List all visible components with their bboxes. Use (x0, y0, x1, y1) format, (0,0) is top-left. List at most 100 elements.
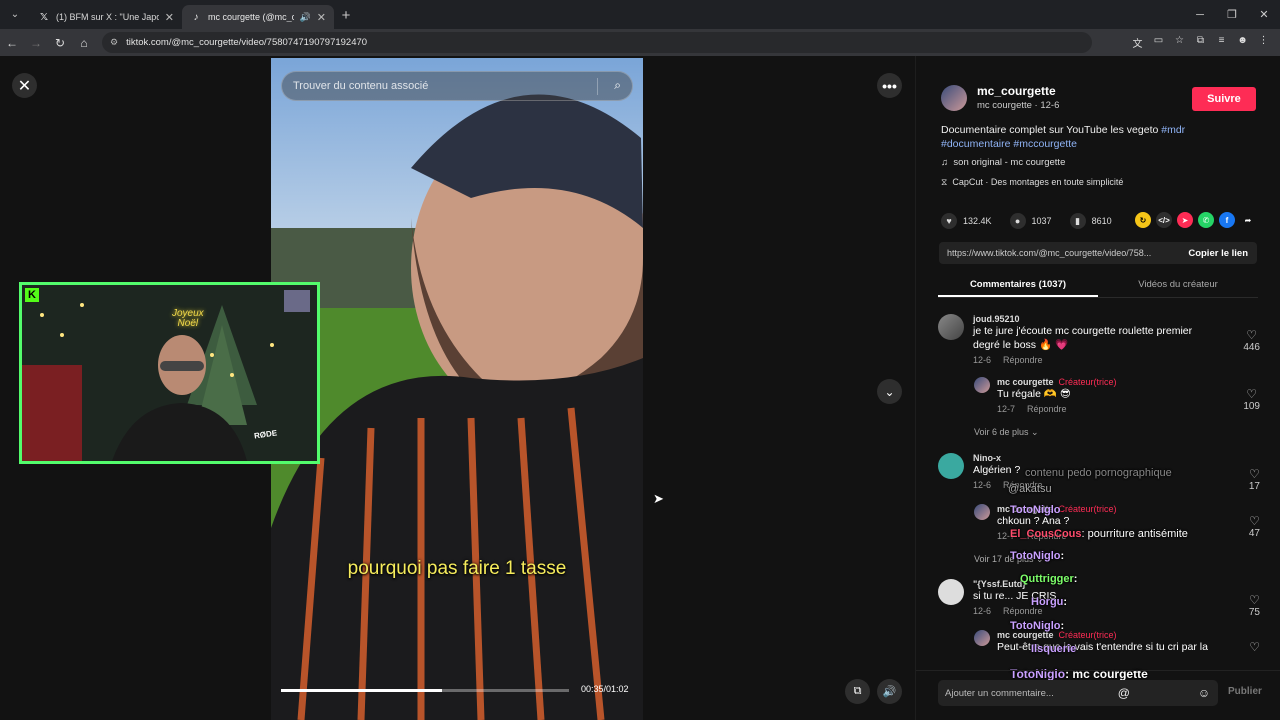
heart-outline-icon[interactable]: ♡ (1243, 328, 1260, 342)
tab-tiktok[interactable]: ♪ mc courgette (@mc_courgette 🔊 ✕ (182, 5, 334, 29)
comment-user[interactable]: Nino-x (973, 453, 1233, 463)
avatar[interactable] (938, 579, 964, 605)
extensions-icon[interactable]: ⧉ (1190, 35, 1211, 50)
capcut-icon: ⧖ (941, 177, 948, 187)
more-options-icon[interactable]: ••• (877, 73, 902, 98)
whatsapp-icon[interactable]: ✆ (1198, 212, 1214, 228)
author-username[interactable]: mc_courgette (977, 84, 1059, 98)
emoji-icon[interactable]: ☺ (1196, 686, 1212, 700)
media-icon[interactable]: ≡ (1211, 35, 1232, 50)
comment-input[interactable]: Ajouter un commentaire... @ ☺ (938, 680, 1218, 706)
avatar[interactable] (974, 504, 990, 520)
heart-outline-icon[interactable]: ♡ (1249, 593, 1260, 607)
comment-likes[interactable]: ♡ 47 (1249, 514, 1260, 539)
close-tab-icon[interactable]: ✕ (317, 11, 326, 24)
volume-icon[interactable]: 🔊 (877, 679, 902, 704)
follow-button[interactable]: Suivre (1192, 87, 1256, 111)
close-window-icon[interactable]: ✕ (1248, 8, 1280, 21)
avatar[interactable] (938, 314, 964, 340)
creator-badge: Créateur(trice) (1058, 630, 1117, 640)
minimize-icon[interactable]: ─ (1184, 9, 1216, 21)
heart-outline-icon[interactable]: ♡ (1243, 387, 1260, 401)
comment-likes[interactable]: ♡ (1249, 640, 1260, 654)
url-field[interactable]: ⚙ tiktok.com/@mc_courgette/video/7580747… (102, 32, 1092, 53)
next-video-icon[interactable]: ⌄ (877, 379, 902, 404)
chat-message: TotoNiglo: (1010, 620, 1064, 632)
heart-icon[interactable]: ♥ (941, 213, 957, 229)
reload-icon[interactable]: ↻ (48, 36, 72, 50)
facebook-icon[interactable]: f (1219, 212, 1235, 228)
chat-message: @akatsu (1008, 483, 1052, 495)
toolbar-icons: 文 ▭ ☆ ⧉ ≡ ☻ ⋮ (1127, 35, 1274, 50)
close-icon[interactable]: ✕ (12, 73, 37, 98)
hashtag-link[interactable]: #mccourgette (1013, 138, 1077, 150)
bookmark-icon[interactable]: ▮ (1069, 213, 1086, 229)
comment-likes[interactable]: ♡ 17 (1249, 467, 1260, 492)
speaker-icon[interactable]: 🔊 (300, 12, 311, 23)
address-toolbar: ← → ↻ ⌂ ⚙ tiktok.com/@mc_courgette/video… (0, 29, 1280, 56)
chat-text: : pourriture antisémite (1081, 528, 1188, 540)
comment-user[interactable]: joud.95210 (973, 314, 1233, 324)
capcut-link[interactable]: ⧖ CapCut · Des montages en toute simplic… (941, 177, 1123, 188)
pip-icon[interactable]: ⧉ (845, 679, 870, 704)
comment-likes[interactable]: ♡ 75 (1249, 593, 1260, 618)
reply-username: mc courgette (997, 377, 1054, 387)
related-search-input[interactable]: Trouver du contenu associé ⌕ (281, 71, 633, 101)
comment-user[interactable]: "{Yssf.Eutd} (973, 579, 1233, 589)
back-icon[interactable]: ← (0, 36, 24, 50)
video-caption: pourquoi pas faire 1 tasse (347, 558, 567, 579)
heart-outline-icon[interactable]: ♡ (1249, 467, 1260, 481)
comment-icon[interactable]: ● (1009, 213, 1026, 229)
cast-icon[interactable]: ▭ (1148, 35, 1169, 50)
copy-link-button[interactable]: Copier le lien (1179, 248, 1257, 259)
send-icon[interactable]: ➤ (1177, 212, 1193, 228)
hashtag-link[interactable]: #documentaire (941, 138, 1010, 150)
page-content: ✕ Trouver du contenu associé ⌕ pourquoi … (0, 56, 1280, 720)
tab-search-icon[interactable]: ⌄ (4, 3, 26, 25)
embed-icon[interactable]: </> (1156, 212, 1172, 228)
comment-likes[interactable]: ♡ 109 (1243, 387, 1260, 412)
avatar[interactable] (974, 377, 990, 393)
heart-outline-icon[interactable]: ♡ (1249, 514, 1260, 528)
profile-icon[interactable]: ☻ (1232, 35, 1253, 50)
search-icon[interactable]: ⌕ (614, 78, 621, 93)
chat-username: TotoNiglo (1010, 550, 1061, 562)
tab-bfm[interactable]: 𝕏 (1) BFM sur X : "Une Japonaise ✕ (30, 5, 182, 29)
url-text: tiktok.com/@mc_courgette/video/758074719… (126, 37, 368, 48)
avatar[interactable] (941, 84, 967, 111)
hashtag-link[interactable]: #mdr (1161, 124, 1185, 136)
restore-icon[interactable]: ❐ (1216, 8, 1248, 21)
author-block[interactable]: mc_courgette mc courgette · 12-6 (941, 84, 1059, 111)
bookmark-star-icon[interactable]: ☆ (1169, 35, 1190, 50)
home-icon[interactable]: ⌂ (72, 36, 96, 50)
mention-icon[interactable]: @ (1116, 686, 1132, 700)
music-link[interactable]: ♫ son original - mc courgette (941, 157, 1065, 168)
video-player[interactable]: Trouver du contenu associé ⌕ pourquoi pa… (271, 58, 643, 720)
menu-icon[interactable]: ⋮ (1253, 35, 1274, 50)
site-info-icon[interactable]: ⚙ (110, 37, 118, 48)
view-more-replies[interactable]: Voir 6 de plus ⌄ (974, 427, 1268, 438)
heart-outline-icon[interactable]: ♡ (1249, 640, 1260, 654)
repost-icon[interactable]: ↻ (1135, 212, 1151, 228)
video-progress-bar[interactable] (281, 689, 569, 692)
tab-comments[interactable]: Commentaires (1037) (938, 274, 1098, 297)
tab-title: mc courgette (@mc_courgette (208, 12, 294, 22)
comment-like-count: 47 (1248, 528, 1260, 539)
new-tab-button[interactable]: + (334, 3, 358, 27)
video-link[interactable]: https://www.tiktok.com/@mc_courgette/vid… (947, 248, 1179, 258)
comment-list: joud.95210 je te jure j'écoute mc courge… (938, 314, 1268, 664)
avatar[interactable] (974, 630, 990, 646)
tab-creator-videos[interactable]: Vidéos du créateur (1098, 274, 1258, 297)
comment-likes[interactable]: ♡ 446 (1243, 328, 1260, 353)
share-arrow-icon[interactable]: ➦ (1240, 212, 1256, 228)
reply-link[interactable]: Répondre (1003, 355, 1043, 365)
reply-link[interactable]: Répondre (1027, 404, 1067, 414)
close-tab-icon[interactable]: ✕ (165, 11, 174, 24)
description-text: Documentaire complet sur YouTube les veg… (941, 124, 1159, 136)
avatar[interactable] (938, 453, 964, 479)
neon-line2: Noël (177, 318, 199, 329)
publish-button[interactable]: Publier (1228, 686, 1262, 697)
reply-user[interactable]: mc courgette Créateur(trice) (997, 377, 1227, 387)
translate-icon[interactable]: 文 (1127, 35, 1148, 50)
forward-icon[interactable]: → (24, 36, 48, 50)
